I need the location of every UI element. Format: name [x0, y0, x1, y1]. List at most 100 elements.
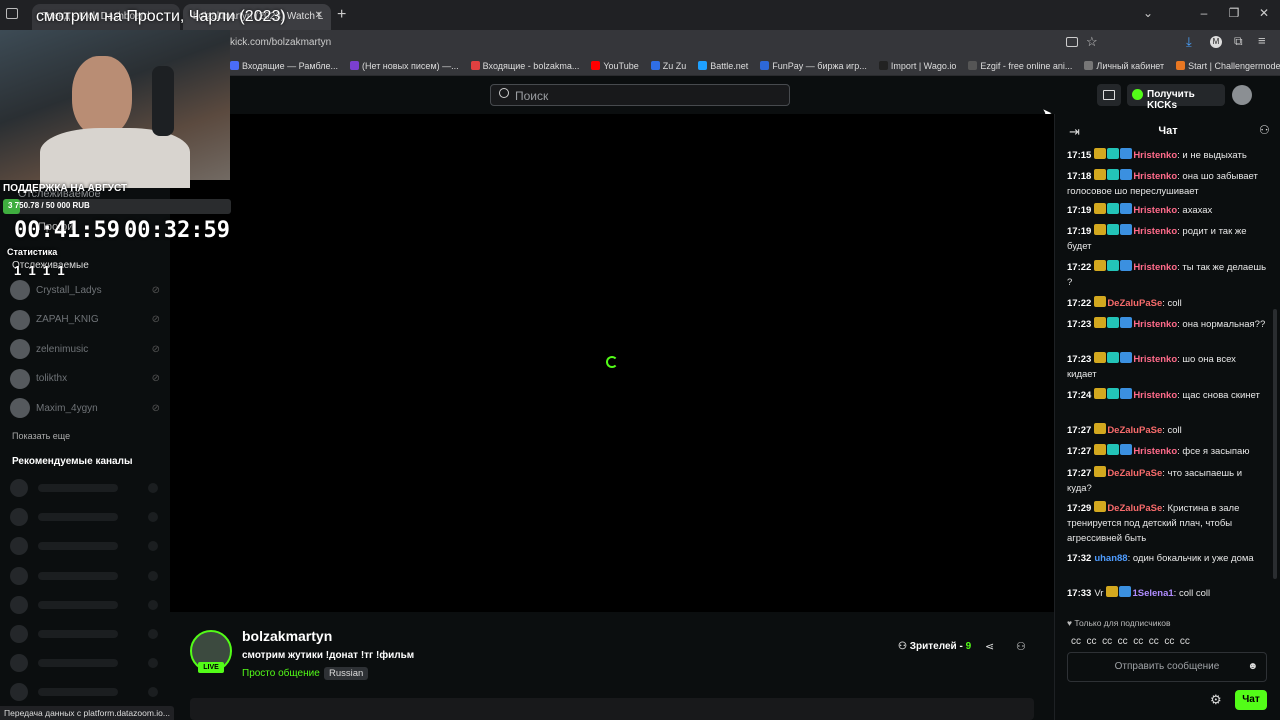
chat-input[interactable]: Отправить сообщение ☻ [1067, 652, 1267, 682]
gift-badge-icon[interactable] [1107, 148, 1120, 159]
layout-icon[interactable] [1097, 84, 1121, 106]
chat-username[interactable]: Hristenko [1133, 262, 1177, 273]
bookmark-item[interactable]: Входящие — Рамбле... [230, 61, 338, 71]
gift-badge-icon[interactable] [1107, 169, 1120, 180]
lightning-badge-icon[interactable] [1120, 388, 1133, 399]
lightning-badge-icon[interactable] [1120, 444, 1133, 455]
crown-badge-icon[interactable] [1094, 260, 1107, 271]
search-input[interactable]: Поиск [490, 84, 790, 106]
chat-username[interactable]: 1Selena1 [1132, 588, 1173, 599]
crown-badge-icon[interactable] [1094, 444, 1107, 455]
bookmark-item[interactable]: Import | Wago.io [878, 61, 956, 71]
lightning-badge-icon[interactable] [1120, 203, 1133, 214]
followed-channel-item[interactable]: zelenimusic ⊘ [10, 337, 170, 361]
crown-badge-icon[interactable] [1094, 148, 1107, 159]
show-more-link[interactable]: Показать еще [12, 431, 70, 441]
minimize-icon[interactable]: – [1194, 6, 1214, 24]
bookmark-item[interactable]: Zu Zu [650, 61, 686, 71]
chat-username[interactable]: Hristenko [1133, 354, 1177, 365]
bookmark-item[interactable]: (Нет новых писем) —... [349, 61, 459, 71]
chat-username[interactable]: uhan88 [1094, 553, 1127, 564]
chat-username[interactable]: Hristenko [1133, 390, 1177, 401]
get-kicks-button[interactable]: Получить KICKs [1127, 84, 1225, 111]
bookmark-item[interactable]: Start | Challengermode [1176, 61, 1280, 71]
video-player[interactable] [170, 114, 1054, 612]
chat-username[interactable]: DeZaluPaSe [1107, 503, 1162, 514]
install-app-icon[interactable] [1066, 37, 1078, 47]
chat-username[interactable]: Hristenko [1133, 171, 1177, 182]
tab-actions-icon[interactable] [6, 8, 18, 19]
user-avatar[interactable] [1232, 85, 1252, 105]
chat-username[interactable]: Hristenko [1133, 150, 1177, 161]
crown-badge-icon[interactable] [1094, 466, 1107, 477]
gift-badge-icon[interactable] [1107, 260, 1120, 271]
bookmark-item[interactable]: Ezgif - free online ani... [968, 61, 1072, 71]
profile-icon[interactable]: M [1210, 36, 1222, 48]
follow-icon[interactable]: ⚇ [1016, 640, 1026, 653]
crown-badge-icon[interactable] [1094, 203, 1107, 214]
category-link[interactable]: Просто общение [242, 668, 320, 679]
lightning-badge-icon[interactable] [1120, 148, 1133, 159]
emoji-icon[interactable]: ☻ [1247, 653, 1258, 681]
gift-badge-icon[interactable] [1107, 444, 1120, 455]
bookmark-item[interactable]: FunPay — биржа игр... [760, 61, 867, 71]
gift-badge-icon[interactable] [1107, 224, 1120, 235]
gift-badge-icon[interactable] [1107, 317, 1120, 328]
lightning-badge-icon[interactable] [1120, 352, 1133, 363]
gift-badge-icon[interactable] [1107, 388, 1120, 399]
lightning-badge-icon[interactable] [1119, 586, 1132, 597]
language-tag[interactable]: Russian [324, 667, 369, 680]
stats-values: 1 1 1 1 [14, 263, 65, 278]
placeholder-dot [148, 570, 158, 581]
share-icon[interactable]: ⋖ [985, 640, 994, 653]
placeholder-avatar [10, 508, 28, 527]
lightning-badge-icon[interactable] [1120, 317, 1133, 328]
url-field[interactable]: kick.com/bolzakmartyn [230, 37, 331, 48]
lightning-badge-icon[interactable] [1120, 169, 1133, 180]
followed-channel-item[interactable]: ZAPAH_KNIG ⊘ [10, 308, 170, 332]
crown-badge-icon[interactable] [1094, 352, 1107, 363]
crown-badge-icon[interactable] [1106, 586, 1119, 597]
download-icon[interactable]: ⤓ [1186, 34, 1192, 50]
bookmark-star-icon[interactable]: ☆ [1086, 34, 1098, 50]
crown-badge-icon[interactable] [1094, 169, 1107, 180]
chat-username[interactable]: Hristenko [1133, 226, 1177, 237]
followed-channel-item[interactable]: tolikthx ⊘ [10, 367, 170, 391]
crown-badge-icon[interactable] [1094, 501, 1107, 512]
crown-badge-icon[interactable] [1094, 388, 1107, 399]
send-chat-button[interactable]: Чат [1235, 690, 1267, 710]
menu-icon[interactable]: ≡ [1258, 33, 1266, 48]
chat-username[interactable]: DeZaluPaSe [1107, 425, 1162, 436]
gift-badge-icon[interactable] [1107, 203, 1120, 214]
crown-badge-icon[interactable] [1094, 296, 1107, 307]
chat-username[interactable]: Hristenko [1133, 446, 1177, 457]
lightning-badge-icon[interactable] [1120, 224, 1133, 235]
crown-badge-icon[interactable] [1094, 224, 1107, 235]
lightning-badge-icon[interactable] [1120, 260, 1133, 271]
gift-badge-icon[interactable] [1107, 352, 1120, 363]
bookmark-item[interactable]: Battle.net [698, 61, 748, 71]
bookmark-item[interactable]: Личный кабинет [1084, 61, 1164, 71]
maximize-icon[interactable]: ❐ [1224, 6, 1244, 24]
emote-row[interactable]: cc cc cc cc cc cc cc cc [1071, 636, 1271, 647]
placeholder-dot [148, 483, 158, 493]
close-window-icon[interactable]: ✕ [1254, 6, 1274, 24]
crown-badge-icon[interactable] [1094, 317, 1107, 328]
chat-scrollbar[interactable] [1273, 309, 1277, 579]
extensions-icon[interactable]: ⧉ [1234, 34, 1243, 49]
new-tab-button[interactable]: + [337, 6, 346, 24]
streamer-name[interactable]: bolzakmartyn [242, 628, 332, 644]
chat-settings-icon[interactable]: ⚙ [1210, 692, 1222, 708]
tab-search-icon[interactable]: ⌄ [1138, 6, 1158, 24]
bookmark-item[interactable]: Входящие - bolzakma... [470, 61, 579, 71]
chat-username[interactable]: Hristenko [1133, 319, 1177, 330]
chat-username[interactable]: DeZaluPaSe [1107, 298, 1162, 309]
followed-channel-item[interactable]: Crystall_Ladys ⊘ [10, 278, 170, 302]
chat-username[interactable]: Hristenko [1133, 205, 1177, 216]
bookmark-item[interactable]: YouTube [591, 61, 639, 71]
close-icon[interactable]: ✕ [315, 10, 323, 21]
chat-username[interactable]: DeZaluPaSe [1107, 468, 1162, 479]
followed-channel-item[interactable]: Maxim_4ygyn ⊘ [10, 396, 170, 420]
chat-users-icon[interactable]: ⚇ [1259, 123, 1270, 137]
crown-badge-icon[interactable] [1094, 423, 1107, 434]
